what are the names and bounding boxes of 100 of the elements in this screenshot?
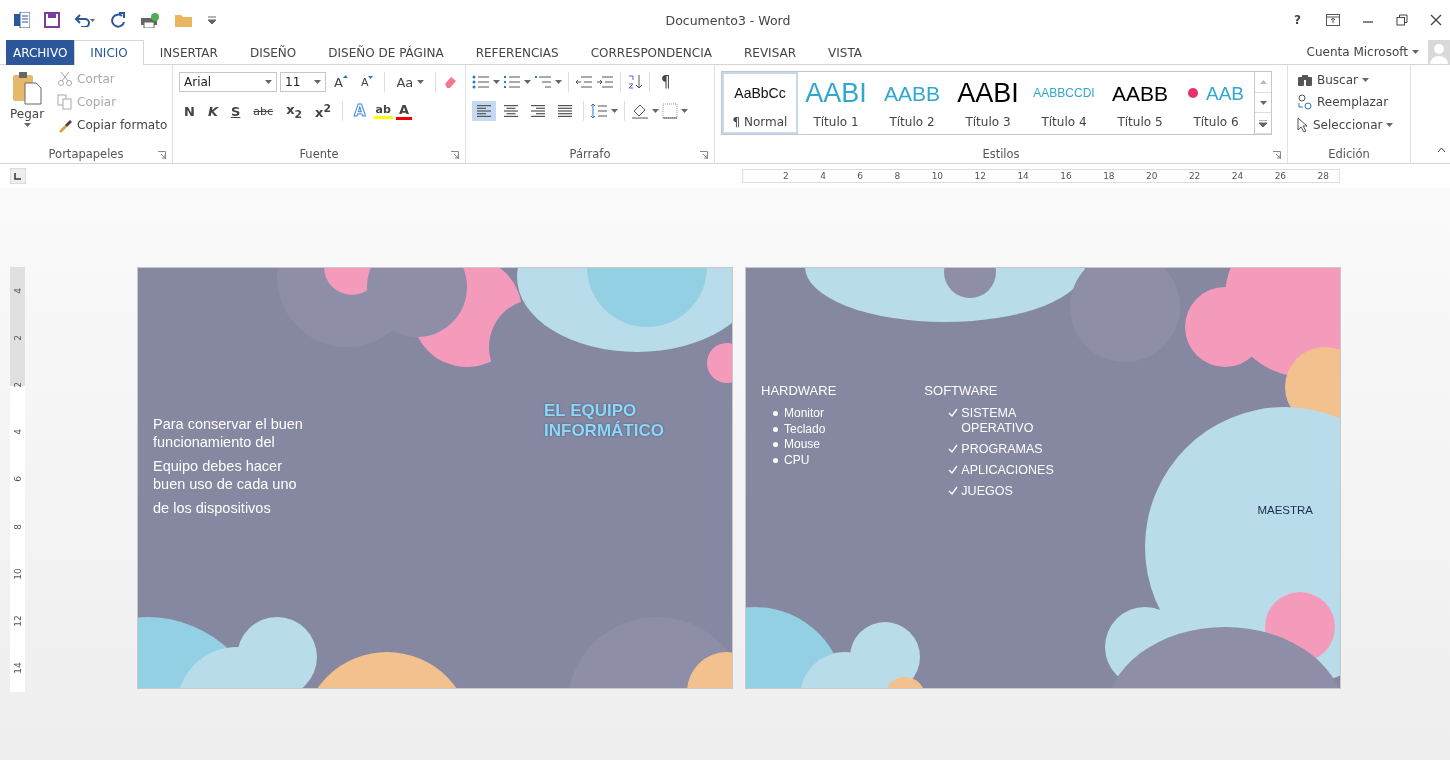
style-option[interactable]: AAB Título 6 — [1178, 72, 1254, 134]
borders-icon[interactable] — [662, 103, 678, 119]
scissors-icon — [57, 71, 74, 87]
shrink-font-button[interactable]: A — [355, 74, 379, 90]
editing-button[interactable]: Seleccionar — [1294, 115, 1404, 135]
collapse-ribbon-icon[interactable] — [1437, 147, 1446, 153]
help-button[interactable]: ? — [1291, 11, 1304, 29]
align-icon — [557, 104, 573, 118]
format-button[interactable]: x$^{2}$ — [310, 100, 336, 122]
paint-bucket-icon[interactable] — [631, 103, 649, 119]
body-text: Para conservar el buen funcionamiento del — [153, 415, 303, 451]
ribbon-tab[interactable]: DISEÑO DE PÁGINA — [312, 40, 460, 65]
caret-icon — [265, 80, 272, 84]
undo-icon[interactable] — [74, 13, 96, 27]
style-label: Título 2 — [889, 115, 935, 129]
list-item: CPU — [784, 452, 810, 468]
ruler-number: 16 — [1060, 171, 1072, 181]
dialog-launcher-icon[interactable] — [700, 151, 708, 159]
word-logo-icon[interactable] — [14, 12, 30, 28]
file-tab[interactable]: ARCHIVO — [6, 40, 75, 65]
caret-icon — [611, 109, 618, 113]
account-button[interactable]: Cuenta Microsoft — [1303, 43, 1422, 61]
caret-icon — [555, 80, 562, 84]
sort-icon[interactable] — [627, 74, 643, 90]
format-button[interactable]: abc — [248, 103, 279, 119]
align-button[interactable] — [472, 101, 496, 121]
tab-stop-icon[interactable] — [10, 168, 26, 184]
list-item: SISTEMA OPERATIVO — [961, 406, 1035, 436]
grow-font-button[interactable]: A — [329, 73, 353, 91]
style-option[interactable]: AABI Título 1 — [798, 72, 874, 134]
caret-icon — [23, 123, 31, 127]
signature-text: MAESTRA — [1257, 504, 1313, 516]
paste-button[interactable]: Pegar — [6, 69, 49, 145]
printer-icon[interactable] — [140, 12, 160, 28]
style-option[interactable]: AABI Título 3 — [950, 72, 1026, 134]
save-icon[interactable] — [44, 12, 60, 28]
eraser-icon[interactable] — [442, 74, 459, 90]
numbered-list-icon[interactable] — [503, 75, 521, 89]
ruler-number: 6 — [12, 476, 23, 483]
format-button[interactable]: K — [202, 102, 223, 120]
style-label: Título 5 — [1117, 115, 1163, 129]
format-button[interactable]: S — [225, 102, 246, 120]
ribbon-tab[interactable]: INSERTAR — [143, 40, 234, 65]
align-icon — [530, 104, 546, 118]
ribbon-tab[interactable]: CORRESPONDENCIA — [574, 40, 728, 65]
style-preview: AABI — [805, 79, 867, 107]
more-icon — [1259, 119, 1267, 127]
style-option[interactable]: AABB Título 5 — [1102, 72, 1178, 134]
close-icon[interactable] — [1430, 14, 1442, 26]
style-label: Título 4 — [1041, 115, 1087, 129]
clipboard-button[interactable]: Copiar formato — [54, 115, 171, 135]
highlight-button[interactable]: ab — [373, 103, 393, 119]
ribbon-tab[interactable]: DISEÑO — [233, 40, 313, 65]
cursor-icon — [1297, 117, 1309, 133]
restore-icon[interactable] — [1396, 14, 1408, 26]
ribbon-tab[interactable]: VISTA — [812, 40, 879, 65]
dialog-launcher-icon[interactable] — [158, 151, 166, 159]
scroll-up-icon — [1259, 79, 1267, 84]
ruler-number: 20 — [1146, 171, 1158, 181]
font-color-button[interactable]: A — [395, 102, 412, 120]
ruler-number: 4 — [12, 287, 23, 294]
caret-icon — [524, 80, 531, 84]
editing-button[interactable]: Reemplazar — [1294, 92, 1404, 112]
ruler-number: 14 — [12, 662, 23, 675]
customize-menu-icon[interactable] — [208, 16, 216, 24]
bullet-list-icon[interactable] — [472, 75, 490, 89]
change-case-button[interactable]: Aa — [391, 73, 430, 91]
line-spacing-icon[interactable] — [590, 103, 608, 119]
format-button[interactable]: x$_{2}$ — [281, 100, 308, 122]
ruler-number: 2 — [12, 334, 23, 341]
list-item: PROGRAMAS — [961, 442, 1044, 457]
dialog-launcher-icon[interactable] — [1273, 151, 1281, 159]
style-option[interactable]: AaBbCc ¶ Normal — [722, 72, 798, 134]
ribbon-display-icon[interactable] — [1326, 14, 1340, 26]
ruler-number: 12 — [974, 171, 986, 181]
binoculars-icon — [1297, 73, 1313, 87]
font-family-field[interactable]: Arial — [179, 72, 277, 92]
bullet-icon — [773, 442, 778, 448]
font-size-field[interactable]: 11 — [280, 72, 326, 92]
redo-icon[interactable] — [110, 12, 126, 28]
style-option[interactable]: AABBCCDI Título 4 — [1026, 72, 1102, 134]
text-effects-button[interactable]: A — [349, 101, 371, 121]
editing-button[interactable]: Buscar — [1294, 71, 1404, 89]
style-label: Título 1 — [813, 115, 859, 129]
bullet-icon — [773, 411, 778, 417]
format-button[interactable]: N — [179, 102, 200, 120]
ribbon-tab[interactable]: REVISAR — [728, 40, 813, 65]
caret-icon — [1362, 78, 1369, 82]
dialog-launcher-icon[interactable] — [451, 151, 459, 159]
ruler-number: 8 — [894, 171, 901, 181]
show-marks-button[interactable]: ¶ — [656, 72, 676, 92]
style-label: Título 6 — [1193, 115, 1239, 129]
ribbon-tab[interactable]: INICIO — [74, 40, 144, 65]
style-preview: AABB — [1112, 82, 1168, 104]
group-label: Fuente — [299, 147, 339, 161]
multilevel-list-icon[interactable] — [534, 75, 552, 89]
list-item: JUEGOS — [961, 484, 1014, 499]
ruler-number: 28 — [1317, 171, 1329, 181]
style-option[interactable]: AABB Título 2 — [874, 72, 950, 134]
ribbon-tab[interactable]: REFERENCIAS — [459, 40, 575, 65]
